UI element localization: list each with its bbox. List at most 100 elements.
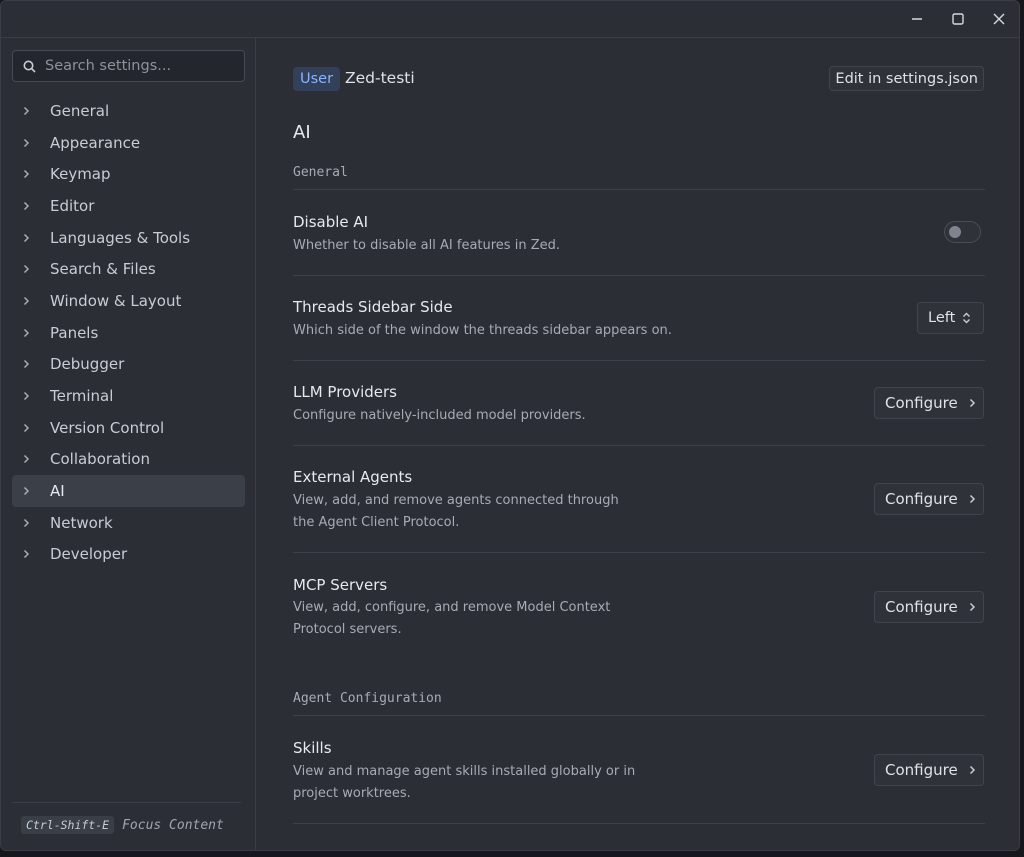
chevron-right-icon — [969, 602, 975, 612]
chevron-right-icon — [22, 390, 34, 402]
sidebar-item-label: Appearance — [50, 133, 141, 152]
search-icon — [23, 60, 36, 73]
sidebar-item-label: AI — [50, 482, 65, 501]
settings-window: General Appearance Keymap Editor Languages &… — [0, 0, 1020, 851]
toggle-knob — [949, 226, 961, 238]
configure-skills-button[interactable]: Configure — [874, 754, 984, 786]
setting-desc-skills: View and manage agent skills installed g… — [293, 764, 636, 801]
chevron-right-icon — [22, 485, 34, 497]
sidebar-item-keymap[interactable]: Keymap — [12, 158, 245, 190]
chevron-right-icon — [22, 358, 34, 370]
setting-desc-llm-providers: Configure natively-included model provid… — [293, 408, 586, 423]
title-bar — [1, 1, 1019, 38]
edit-in-settings-json-button[interactable]: Edit in settings.json — [829, 66, 984, 91]
chevron-right-icon — [22, 422, 34, 434]
section-heading-agent-configuration: Agent Configuration — [293, 691, 442, 706]
sidebar-item-collaboration[interactable]: Collaboration — [12, 444, 245, 476]
chevron-right-icon — [969, 398, 975, 408]
setting-title-skills: Skills — [293, 739, 332, 757]
search-input[interactable] — [45, 58, 235, 74]
chevron-right-icon — [22, 453, 34, 465]
chevron-right-icon — [22, 295, 34, 307]
chevron-right-icon — [22, 517, 34, 529]
configure-mcp-servers-button[interactable]: Configure — [874, 591, 984, 623]
scope-user-chip[interactable]: User — [293, 67, 341, 91]
chevron-right-icon — [22, 548, 34, 560]
sidebar-item-languages-tools[interactable]: Languages & Tools — [12, 222, 245, 254]
sidebar-item-label: Debugger — [50, 355, 125, 374]
divider — [293, 445, 985, 446]
chevron-right-icon — [969, 765, 975, 775]
button-label: Configure — [885, 490, 958, 508]
sidebar-footer: Ctrl-Shift-E Focus Content — [12, 802, 241, 834]
chevron-right-icon — [22, 327, 34, 339]
setting-desc-threads-sidebar-side: Which side of the window the threads sid… — [293, 323, 672, 338]
sidebar-item-panels[interactable]: Panels — [12, 317, 245, 349]
sidebar-item-label: Network — [50, 513, 113, 532]
button-label: Configure — [885, 394, 958, 412]
configure-llm-providers-button[interactable]: Configure — [874, 387, 984, 419]
disable-ai-toggle[interactable] — [944, 221, 981, 243]
button-label: Configure — [885, 598, 958, 616]
sidebar-item-label: Languages & Tools — [50, 228, 191, 247]
sidebar-item-label: Editor — [50, 196, 95, 215]
sidebar-item-version-control[interactable]: Version Control — [12, 412, 245, 444]
settings-sidebar: General Appearance Keymap Editor Languages &… — [1, 38, 256, 850]
sidebar-item-label: Window & Layout — [50, 291, 182, 310]
chevron-right-icon — [22, 168, 34, 180]
profile-name[interactable]: Zed-testi — [345, 69, 415, 87]
sidebar-item-label: Version Control — [50, 418, 165, 437]
divider — [293, 552, 985, 553]
setting-title-threads-sidebar-side: Threads Sidebar Side — [293, 298, 453, 316]
setting-desc-external-agents: View, add, and remove agents connected t… — [293, 493, 619, 530]
chevron-right-icon — [22, 105, 34, 117]
setting-desc-mcp-servers: View, add, configure, and remove Model C… — [293, 600, 611, 637]
setting-title-mcp-servers: MCP Servers — [293, 576, 388, 594]
close-icon[interactable] — [989, 9, 1009, 29]
sidebar-item-window-layout[interactable]: Window & Layout — [12, 285, 245, 317]
sidebar-item-search-files[interactable]: Search & Files — [12, 253, 245, 285]
page-title: AI — [293, 122, 311, 143]
focus-content-label[interactable]: Focus Content — [122, 818, 224, 833]
button-label: Configure — [885, 761, 958, 779]
sidebar-item-appearance[interactable]: Appearance — [12, 127, 245, 159]
maximize-icon[interactable] — [948, 9, 968, 29]
search-box[interactable] — [12, 50, 245, 82]
sidebar-item-terminal[interactable]: Terminal — [12, 380, 245, 412]
section-heading-general: General — [293, 165, 348, 180]
settings-content: User Zed-testi Edit in settings.json AI … — [257, 38, 1019, 850]
divider — [293, 189, 985, 190]
minimize-icon[interactable] — [907, 9, 927, 29]
sidebar-item-label: Search & Files — [50, 260, 156, 279]
setting-title-llm-providers: LLM Providers — [293, 383, 397, 401]
sidebar-item-general[interactable]: General — [12, 95, 245, 127]
setting-title-external-agents: External Agents — [293, 468, 413, 486]
configure-external-agents-button[interactable]: Configure — [874, 483, 984, 515]
sidebar-item-label: Terminal — [50, 387, 114, 406]
chevron-right-icon — [22, 232, 34, 244]
sidebar-item-label: Keymap — [50, 165, 111, 184]
divider — [293, 275, 985, 276]
sidebar-item-label: Collaboration — [50, 450, 150, 469]
sidebar-item-developer[interactable]: Developer — [12, 539, 245, 571]
chevron-right-icon — [22, 137, 34, 149]
divider — [293, 715, 985, 716]
sidebar-item-network[interactable]: Network — [12, 507, 245, 539]
dropdown-value: Left — [928, 310, 956, 326]
chevron-up-down-icon — [963, 312, 971, 324]
sidebar-item-ai[interactable]: AI — [12, 475, 245, 507]
divider — [293, 823, 985, 824]
sidebar-item-label: Panels — [50, 323, 99, 342]
chevron-right-icon — [969, 494, 975, 504]
chevron-right-icon — [22, 200, 34, 212]
sidebar-item-label: General — [50, 101, 110, 120]
setting-title-disable-ai: Disable AI — [293, 213, 369, 231]
sidebar-item-editor[interactable]: Editor — [12, 190, 245, 222]
settings-nav: General Appearance Keymap Editor Languages &… — [12, 95, 245, 570]
divider — [293, 360, 985, 361]
setting-desc-disable-ai: Whether to disable all AI features in Ze… — [293, 238, 560, 253]
sidebar-item-label: Developer — [50, 545, 128, 564]
chevron-right-icon — [22, 263, 34, 275]
threads-sidebar-side-dropdown[interactable]: Left — [917, 302, 984, 334]
sidebar-item-debugger[interactable]: Debugger — [12, 349, 245, 381]
